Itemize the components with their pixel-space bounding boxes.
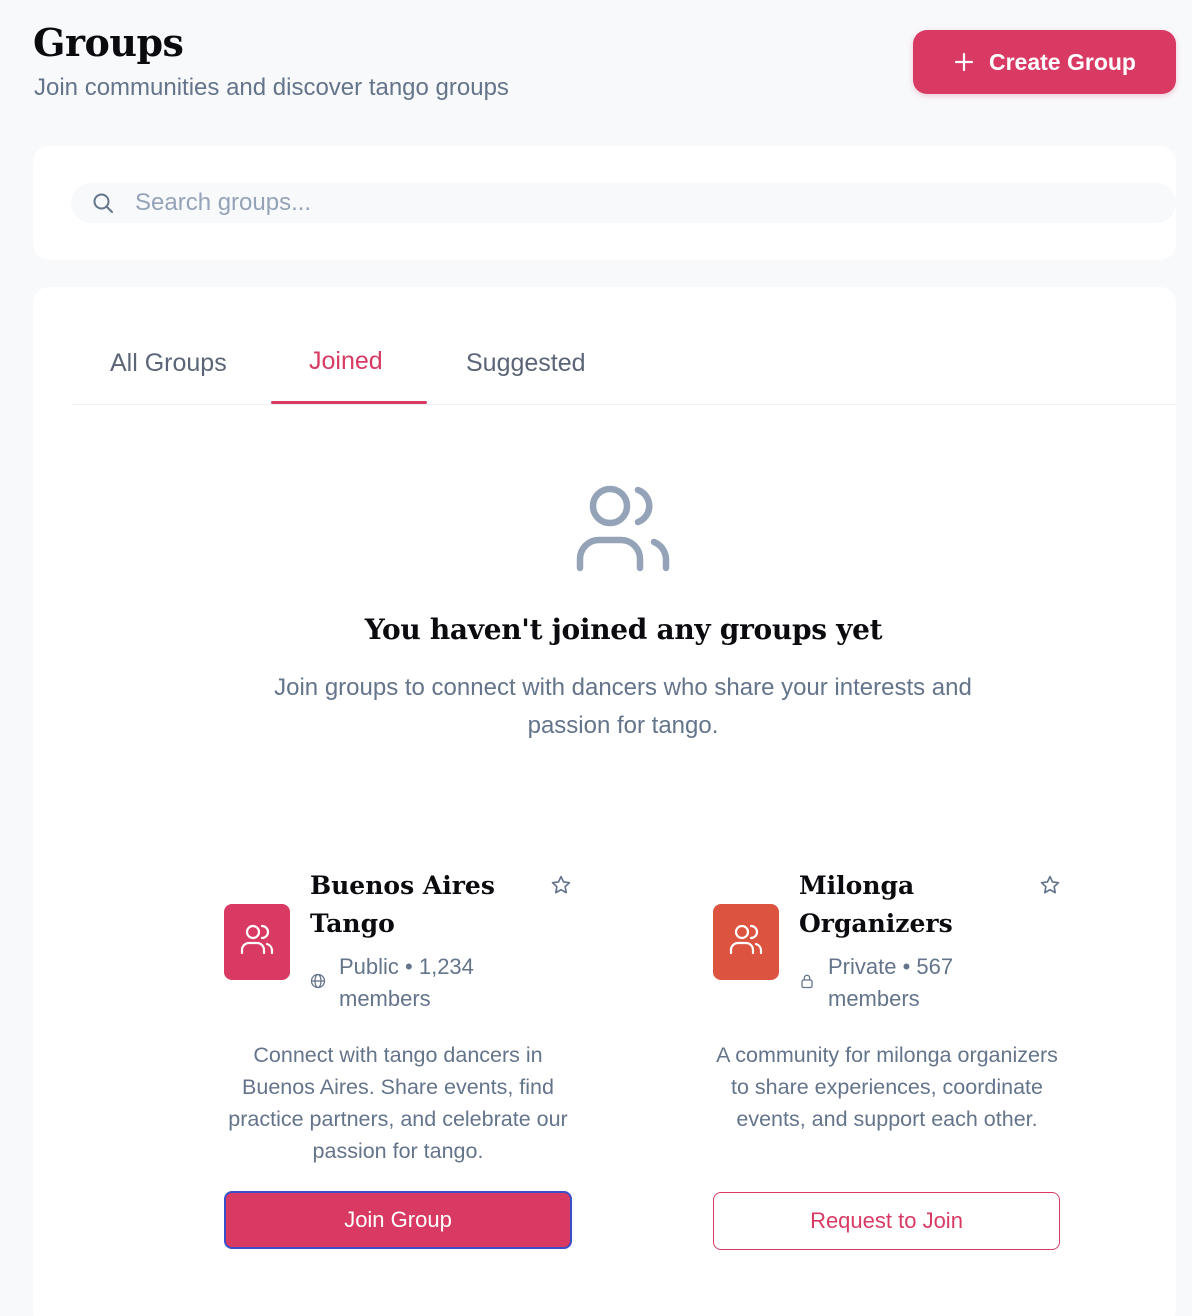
groups-card: All Groups Joined Suggested You haven't …	[33, 287, 1176, 1316]
request-to-join-button[interactable]: Request to Join	[713, 1192, 1060, 1250]
groups-page: Groups Join communities and discover tan…	[0, 0, 1192, 1316]
tab-suggested[interactable]: Suggested	[466, 349, 586, 378]
tab-joined[interactable]: Joined	[309, 347, 383, 376]
search-input[interactable]	[135, 189, 1035, 217]
create-group-button[interactable]: Create Group	[913, 30, 1176, 94]
group-name: Buenos Aires Tango	[310, 871, 495, 938]
tab-bar: All Groups Joined Suggested	[71, 287, 1176, 405]
group-meta: Private • 567 members	[828, 954, 954, 1011]
search-icon	[91, 191, 115, 215]
active-tab-indicator	[271, 401, 427, 404]
join-group-button[interactable]: Join Group	[224, 1191, 572, 1249]
users-icon	[729, 924, 763, 961]
plus-icon	[953, 51, 975, 73]
create-group-label: Create Group	[989, 48, 1136, 75]
group-card: Milonga Organizers Private • 567 members…	[713, 867, 1063, 1250]
group-meta: Public • 1,234 members	[339, 954, 474, 1011]
favorite-star-icon[interactable]	[1039, 874, 1061, 896]
search-card	[33, 146, 1176, 260]
search-field[interactable]	[71, 183, 1176, 223]
globe-icon	[310, 973, 326, 989]
group-name: Milonga Organizers	[799, 871, 953, 938]
users-icon	[240, 924, 274, 961]
group-description: A community for milonga organizers to sh…	[716, 1043, 1058, 1131]
users-icon	[568, 483, 678, 583]
group-card: Buenos Aires Tango Public • 1,234 member…	[224, 867, 574, 1249]
lock-icon	[799, 973, 815, 989]
group-avatar	[713, 904, 779, 980]
tab-all-groups[interactable]: All Groups	[110, 349, 227, 378]
page-subtitle: Join communities and discover tango grou…	[34, 74, 509, 101]
group-avatar	[224, 904, 290, 980]
empty-state-description: Join groups to connect with dancers who …	[274, 674, 972, 739]
empty-state-title: You haven't joined any groups yet	[364, 613, 883, 646]
favorite-star-icon[interactable]	[550, 874, 572, 896]
page-title: Groups	[33, 20, 184, 65]
group-description: Connect with tango dancers in Buenos Air…	[228, 1043, 568, 1163]
